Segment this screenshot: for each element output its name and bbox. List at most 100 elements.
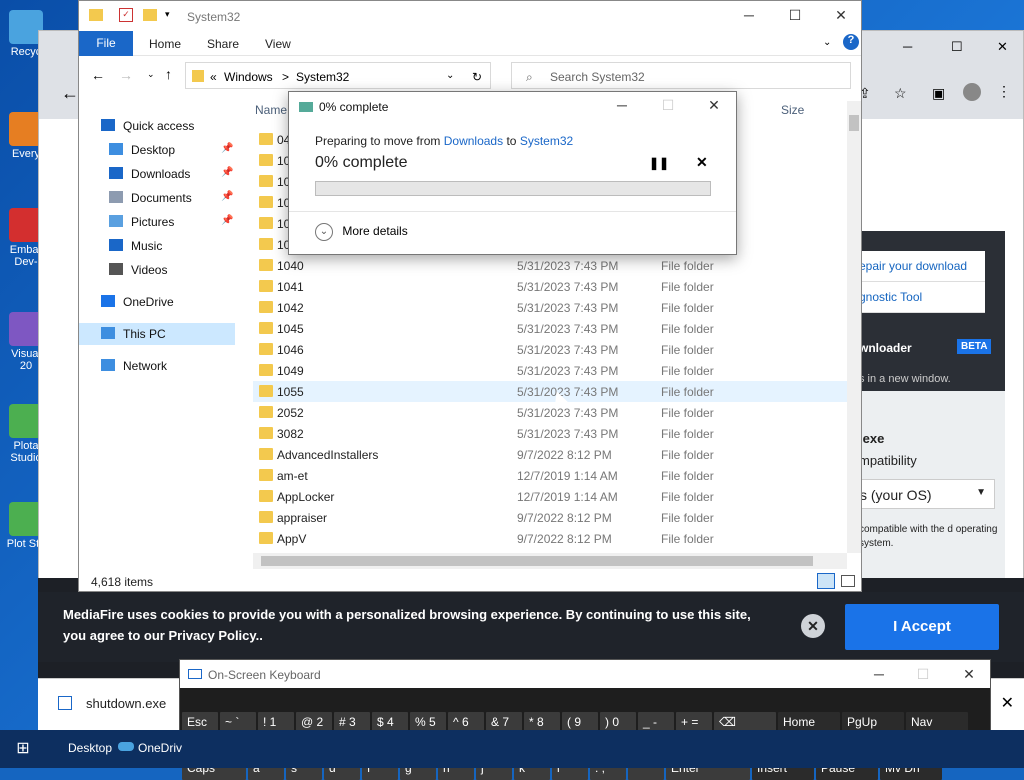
tab-file[interactable]: File	[79, 31, 133, 56]
folder-icon	[259, 448, 273, 460]
file-type: File folder	[661, 448, 714, 462]
taskbar-desktop[interactable]: Desktop	[68, 741, 112, 755]
new-folder-icon[interactable]	[143, 9, 157, 21]
browser-close-icon[interactable]: ✕	[997, 39, 1008, 55]
address-prefix: «	[210, 70, 217, 84]
accept-cookies-button[interactable]: I Accept	[845, 604, 999, 650]
dialog-minimize-icon[interactable]: ─	[599, 97, 645, 113]
pin-icon: 📌	[221, 167, 234, 178]
sidebar-item[interactable]: This PC	[79, 323, 235, 345]
bookmark-star-icon[interactable]: ☆	[894, 85, 907, 102]
browser-maximize-icon[interactable]: ☐	[951, 39, 963, 55]
table-row[interactable]: 3082 5/31/2023 7:43 PM File folder	[253, 423, 847, 444]
file-date: 5/31/2023 7:43 PM	[517, 427, 619, 441]
search-box[interactable]: ⌕ Search System32	[511, 62, 851, 89]
scroll-thumb[interactable]	[261, 556, 813, 566]
help-icon[interactable]: ?	[843, 34, 859, 50]
stop-icon[interactable]: ✕	[696, 154, 708, 171]
file-type: File folder	[661, 259, 714, 273]
close-icon[interactable]: ✕	[818, 7, 864, 24]
tab-view[interactable]: View	[265, 37, 291, 51]
repair-download-link[interactable]: epair your download	[859, 251, 985, 282]
destination-link[interactable]: System32	[520, 134, 573, 148]
address-bar[interactable]: « Windows > System32 ⌄ ↻	[185, 62, 491, 89]
download-bar-close-icon[interactable]: ✕	[1001, 693, 1014, 713]
column-header-size[interactable]: Size	[781, 103, 804, 117]
sidebar-item[interactable]: Desktop 📌	[79, 139, 235, 161]
file-type: File folder	[661, 280, 714, 294]
table-row[interactable]: 1041 5/31/2023 7:43 PM File folder	[253, 276, 847, 297]
diagnostic-tool-link[interactable]: gnostic Tool	[859, 282, 985, 313]
taskbar-onedrive[interactable]: OneDriv	[138, 741, 182, 755]
pause-icon[interactable]: ❚❚	[649, 156, 669, 170]
refresh-icon[interactable]: ↻	[472, 70, 482, 84]
file-name: am-et	[277, 469, 308, 483]
forward-arrow-icon[interactable]: →	[119, 67, 133, 83]
table-row[interactable]: 1046 5/31/2023 7:43 PM File folder	[253, 339, 847, 360]
dialog-maximize-icon: ☐	[661, 97, 675, 113]
new-window-text: s in a new window.	[859, 373, 951, 385]
vertical-scrollbar[interactable]	[847, 101, 861, 553]
os-select-value: s (your OS)	[860, 487, 932, 503]
sidebar-item[interactable]: Quick access	[79, 115, 235, 137]
table-row[interactable]: AdvancedInstallers 9/7/2022 8:12 PM File f…	[253, 444, 847, 465]
horizontal-scrollbar[interactable]	[253, 553, 847, 569]
file-type: File folder	[661, 301, 714, 315]
os-select[interactable]: s (your OS) ▼	[859, 479, 995, 509]
profile-avatar[interactable]	[963, 83, 981, 101]
sidebar-item[interactable]: Pictures 📌	[79, 211, 235, 233]
sidepanel-icon[interactable]: ▣	[932, 85, 945, 102]
breadcrumb-sep: >	[282, 70, 290, 84]
sidebar-item[interactable]: Videos	[79, 259, 235, 281]
table-row[interactable]: appraiser 9/7/2022 8:12 PM File folder	[253, 507, 847, 528]
ribbon-expand-icon[interactable]: ⌄	[823, 37, 831, 48]
up-arrow-icon[interactable]: ↑	[165, 66, 172, 82]
table-row[interactable]: 1045 5/31/2023 7:43 PM File folder	[253, 318, 847, 339]
tab-share[interactable]: Share	[207, 37, 239, 51]
divider	[289, 211, 736, 212]
browser-minimize-icon[interactable]: ─	[903, 39, 912, 54]
file-type: File folder	[661, 322, 714, 336]
sidebar-item[interactable]: Downloads 📌	[79, 163, 235, 185]
maximize-icon[interactable]: ☐	[772, 7, 818, 24]
table-row[interactable]: 1049 5/31/2023 7:43 PM File folder	[253, 360, 847, 381]
windows-start-icon[interactable]: ⊞	[0, 730, 46, 768]
large-icons-view-icon[interactable]	[841, 575, 855, 587]
scroll-thumb[interactable]	[849, 115, 859, 131]
properties-icon[interactable]: ✓	[119, 8, 133, 22]
file-date: 9/7/2022 8:12 PM	[517, 511, 612, 525]
details-view-icon[interactable]	[817, 573, 835, 589]
back-arrow-icon[interactable]: ←	[61, 83, 79, 104]
recent-dropdown-icon[interactable]: ⌄	[147, 69, 155, 80]
osk-close-icon[interactable]: ✕	[946, 666, 992, 683]
source-link[interactable]: Downloads	[444, 134, 503, 148]
dialog-close-icon[interactable]: ✕	[691, 97, 737, 114]
address-dropdown-icon[interactable]: ⌄	[446, 70, 454, 81]
breadcrumb-windows[interactable]: Windows	[224, 70, 273, 84]
sidebar-item[interactable]: Documents 📌	[79, 187, 235, 209]
sidebar-item-icon	[101, 119, 115, 131]
folder-icon	[259, 133, 273, 145]
table-row[interactable]: 1042 5/31/2023 7:43 PM File folder	[253, 297, 847, 318]
sidebar-item[interactable]: Music	[79, 235, 235, 257]
download-filename[interactable]: shutdown.exe	[86, 696, 166, 711]
sidebar-item[interactable]: Network	[79, 355, 235, 377]
table-row[interactable]: AppLocker 12/7/2019 1:14 AM File folder	[253, 486, 847, 507]
sidebar-item[interactable]: OneDrive	[79, 291, 235, 313]
back-arrow-icon[interactable]: ←	[91, 67, 105, 83]
table-row[interactable]: 1040 5/31/2023 7:43 PM File folder	[253, 255, 847, 276]
minimize-icon[interactable]: ─	[726, 7, 772, 23]
cookie-close-icon[interactable]: ✕	[801, 614, 825, 638]
osk-minimize-icon[interactable]: ─	[856, 666, 902, 682]
column-header-name[interactable]: Name	[255, 103, 287, 117]
breadcrumb-system32[interactable]: System32	[296, 70, 349, 84]
folder-icon	[259, 196, 273, 208]
table-row[interactable]: 2052 5/31/2023 7:43 PM File folder	[253, 402, 847, 423]
tab-home[interactable]: Home	[149, 37, 181, 51]
qat-dropdown-icon[interactable]: ▾	[165, 9, 170, 20]
table-row[interactable]: am-et 12/7/2019 1:14 AM File folder	[253, 465, 847, 486]
menu-dots-icon[interactable]: ⋮	[997, 83, 1011, 100]
table-row[interactable]: 1055 5/31/2023 7:43 PM File folder	[253, 381, 847, 402]
more-details-toggle[interactable]: ⌄ More details	[315, 223, 408, 241]
table-row[interactable]: AppV 9/7/2022 8:12 PM File folder	[253, 528, 847, 549]
